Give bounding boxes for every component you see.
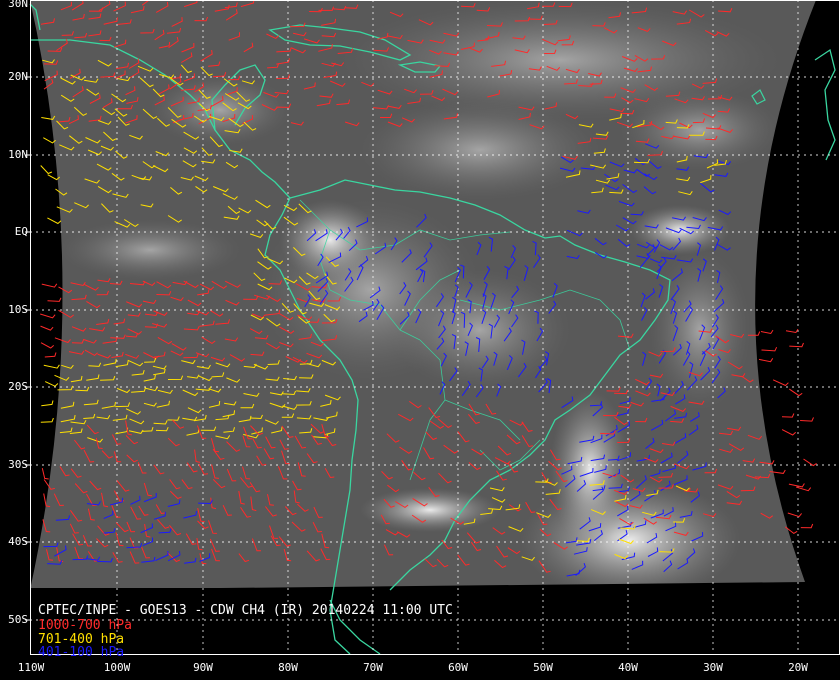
legend-high-level: 401-100 hPa xyxy=(38,645,125,660)
lat-label-40s: 40S xyxy=(8,535,28,548)
lon-label-70w: 70W xyxy=(363,661,383,674)
lon-label-20w: 20W xyxy=(788,661,808,674)
lon-label-50w: 50W xyxy=(533,661,553,674)
lat-label-50s: 50S xyxy=(8,613,28,626)
lon-label-80w: 80W xyxy=(278,661,298,674)
lat-label-20n: 20N xyxy=(8,70,28,83)
legend-low-level: 1000-700 hPa xyxy=(38,618,132,633)
lat-label-10n: 10N xyxy=(8,148,28,161)
lon-label-40w: 40W xyxy=(618,661,638,674)
lon-label-110w: 110W xyxy=(17,661,45,674)
lat-label-30n: 30N xyxy=(8,0,28,10)
satellite-wind-map xyxy=(0,0,840,680)
lon-label-60w: 60W xyxy=(448,661,468,674)
lat-label-30s: 30S xyxy=(8,458,28,471)
lon-label-30w: 30W xyxy=(703,661,723,674)
lon-label-90w: 90W xyxy=(193,661,213,674)
lat-label-eq: EQ xyxy=(14,225,28,238)
lon-label-100w: 100W xyxy=(103,661,131,674)
lat-label-10s: 10S xyxy=(8,303,28,316)
map-title: CPTEC/INPE - GOES13 - CDW CH4 (IR) 20140… xyxy=(38,603,453,618)
lat-label-20s: 20S xyxy=(8,380,28,393)
